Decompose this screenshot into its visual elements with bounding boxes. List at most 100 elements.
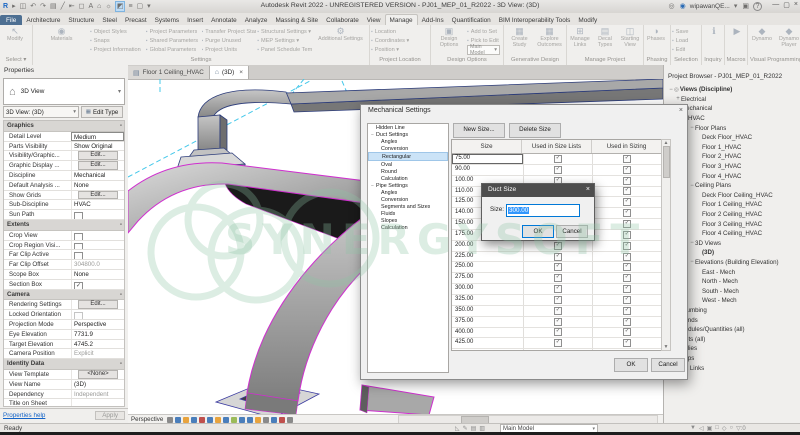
duct-cancel-button[interactable]: Cancel — [556, 225, 588, 238]
ribbon-tab-quantification[interactable]: Quantification — [448, 15, 495, 25]
qat-redo-icon[interactable]: ↷ — [39, 2, 47, 11]
ribbon-item-project-units[interactable]: ▪Project Units — [202, 45, 257, 54]
properties-help-link[interactable]: Properties help — [3, 412, 45, 419]
settings-tree-fluids[interactable]: Fluids — [368, 210, 448, 217]
ribbon-item-position[interactable]: ▪Position ▾ — [371, 45, 429, 54]
size-row[interactable]: 275.00✓✓ — [452, 273, 662, 284]
column-header-used-in-size-lists[interactable]: Used in Size Lists — [522, 140, 592, 153]
used-in-size-lists-checkbox[interactable]: ✓ — [554, 285, 562, 293]
size-cell[interactable]: 425.00 — [452, 338, 524, 348]
ribbon-item-global-parameters[interactable]: ▪Global Parameters — [146, 45, 201, 54]
property-edit-button[interactable]: Edit... — [78, 151, 118, 160]
settings-tree-oval[interactable]: Oval — [368, 161, 448, 168]
duct-ok-button[interactable]: OK — [522, 225, 554, 238]
ribbon-item-load[interactable]: ▪Load — [672, 36, 700, 45]
property-row-view-name[interactable]: View Name(3D) — [4, 380, 124, 390]
properties-section-graphics[interactable]: Graphics▪ — [4, 121, 124, 132]
property-row-locked-orientation[interactable]: Locked Orientation — [4, 310, 124, 320]
qat-aligned-dimension-icon[interactable]: ⇤ — [68, 2, 76, 11]
view-tab-floor-1-ceiling-hvac[interactable]: ▤Floor 1 Ceiling_HVAC — [128, 66, 210, 79]
ribbon-tab-manage[interactable]: Manage — [385, 14, 418, 25]
ribbon-tab-steel[interactable]: Steel — [98, 15, 121, 25]
property-row-visibility-graphic[interactable]: Visibility/Graphic...Edit... — [4, 151, 124, 161]
used-in-sizing-checkbox[interactable]: ✓ — [623, 307, 631, 315]
used-in-size-lists-checkbox[interactable]: ✓ — [554, 242, 562, 250]
property-row-rendering-settings[interactable]: Rendering SettingsEdit... — [4, 300, 124, 310]
ribbon-tab-massing-site[interactable]: Massing & Site — [271, 15, 322, 25]
size-row[interactable]: 300.00✓✓ — [452, 284, 662, 295]
ribbon-item-transfer-project-standards[interactable]: ▪Transfer Project Standards — [202, 27, 257, 36]
property-row-sub-discipline[interactable]: Sub-DisciplineHVAC — [4, 200, 124, 210]
qat-thin-lines-icon[interactable]: ≡ — [127, 2, 133, 11]
used-in-size-lists-checkbox[interactable]: ✓ — [554, 350, 562, 351]
ribbon-button-design-options[interactable]: ▣Design Options — [432, 26, 466, 57]
ribbon-select-main-model[interactable]: Main Model▾ — [467, 45, 500, 55]
ribbon-button-modify[interactable]: ↖Modify — [1, 26, 29, 57]
size-row[interactable]: 425.00 ✓ ✓ — [452, 338, 662, 349]
used-in-size-lists-checkbox[interactable]: ✓ — [554, 339, 562, 347]
ribbon-item-project-information[interactable]: ▪Project Information — [90, 45, 145, 54]
apply-button[interactable]: Apply — [95, 411, 125, 420]
close-icon[interactable]: × — [679, 107, 683, 114]
search-icon[interactable]: ◎ — [668, 2, 676, 11]
property-row-sun-path[interactable]: Sun Path — [4, 210, 124, 220]
close-icon[interactable]: × — [586, 186, 590, 193]
ribbon-tab-annotate[interactable]: Annotate — [207, 15, 241, 25]
duct-size-title[interactable]: Duct Size — [482, 184, 594, 197]
settings-tree-angles[interactable]: Angles — [368, 189, 448, 196]
ribbon-tab-systems[interactable]: Systems — [151, 15, 184, 25]
type-selector-caret-icon[interactable]: ▾ — [118, 88, 121, 95]
user-menu-caret-icon[interactable]: ▾ — [733, 2, 739, 11]
size-cell[interactable]: 350.00 — [452, 306, 524, 316]
size-row[interactable]: 200.00 ✓ ✓ — [452, 241, 662, 252]
show-crop-region-icon[interactable] — [231, 417, 237, 423]
used-in-sizing-checkbox[interactable]: ✓ — [623, 274, 631, 282]
property-edit-button[interactable]: Edit... — [78, 300, 118, 309]
drag-elements-icon[interactable]: □ — [715, 425, 719, 432]
size-cell[interactable]: 200.00 — [452, 241, 524, 251]
ribbon-tab-architecture[interactable]: Architecture — [22, 15, 64, 25]
property-checkbox[interactable] — [74, 312, 83, 319]
show-rendering-dialog-icon[interactable] — [167, 417, 173, 423]
temporary-view-properties-icon[interactable] — [207, 417, 213, 423]
settings-tree-hidden-line[interactable]: Hidden Line — [368, 124, 448, 131]
settings-tree-rectangular[interactable]: Rectangular — [368, 152, 448, 161]
used-in-size-lists-checkbox[interactable]: ✓ — [554, 253, 562, 261]
used-in-sizing-checkbox[interactable]: ✓ — [623, 198, 631, 206]
ribbon-button-phases[interactable]: ◑Phases — [645, 26, 667, 57]
view-scale-label[interactable]: Perspective — [131, 416, 163, 423]
ribbon-button-macros[interactable]: ▶ — [726, 26, 747, 57]
photographic-exposure-icon[interactable] — [215, 417, 221, 423]
used-in-sizing-checkbox[interactable]: ✓ — [623, 177, 631, 185]
size-cell[interactable]: 225.00 — [452, 252, 524, 262]
property-row-section-box[interactable]: Section Box✓ — [4, 280, 124, 290]
settings-tree-duct-settings[interactable]: −Duct Settings — [368, 131, 448, 138]
property-row-dependency[interactable]: DependencyIndependent — [4, 390, 124, 400]
sun-path-icon[interactable] — [183, 417, 189, 423]
used-in-size-lists-checkbox[interactable]: ✓ — [554, 155, 562, 163]
size-row[interactable]: 90.00✓✓ — [452, 165, 662, 176]
delete-size-button[interactable]: Delete Size — [509, 123, 561, 138]
used-in-sizing-checkbox[interactable]: ✓ — [623, 209, 631, 217]
property-checkbox[interactable] — [74, 212, 83, 219]
browser-item-electrical[interactable]: +Electrical — [666, 95, 799, 105]
used-in-sizing-checkbox[interactable]: ✓ — [623, 242, 631, 250]
filter-funnel-icon[interactable]: ▼ — [690, 425, 696, 432]
help-icon[interactable]: ? — [753, 2, 762, 11]
ribbon-item-panel-schedule-templates[interactable]: ▪Panel Schedule Templates ▾ — [257, 45, 312, 54]
settings-tree-angles[interactable]: Angles — [368, 138, 448, 145]
size-cell[interactable]: 275.00 — [452, 273, 524, 283]
property-row-parts-visibility[interactable]: Parts VisibilityShow Original — [4, 142, 124, 152]
ribbon-button-manage-links[interactable]: ⊞Manage Links — [568, 26, 592, 57]
properties-section-identity-data[interactable]: Identity Data▪ — [4, 359, 124, 370]
ribbon-button-additional-settings[interactable]: ⚙Additional Settings — [313, 26, 368, 57]
ribbon-button-create-study[interactable]: ▦Create Study — [505, 26, 534, 57]
used-in-sizing-checkbox[interactable]: ✓ — [623, 166, 631, 174]
size-row[interactable]: 350.00✓✓ — [452, 306, 662, 317]
select-underlay-icon[interactable]: ◇ — [722, 425, 727, 432]
used-in-size-lists-checkbox[interactable]: ✓ — [554, 328, 562, 336]
property-checkbox[interactable] — [74, 243, 83, 250]
property-row-target-elevation[interactable]: Target Elevation4745.2 — [4, 340, 124, 350]
settings-tree-pipe-settings[interactable]: −Pipe Settings — [368, 182, 448, 189]
size-row[interactable]: 450.00✓✓ — [452, 349, 662, 351]
